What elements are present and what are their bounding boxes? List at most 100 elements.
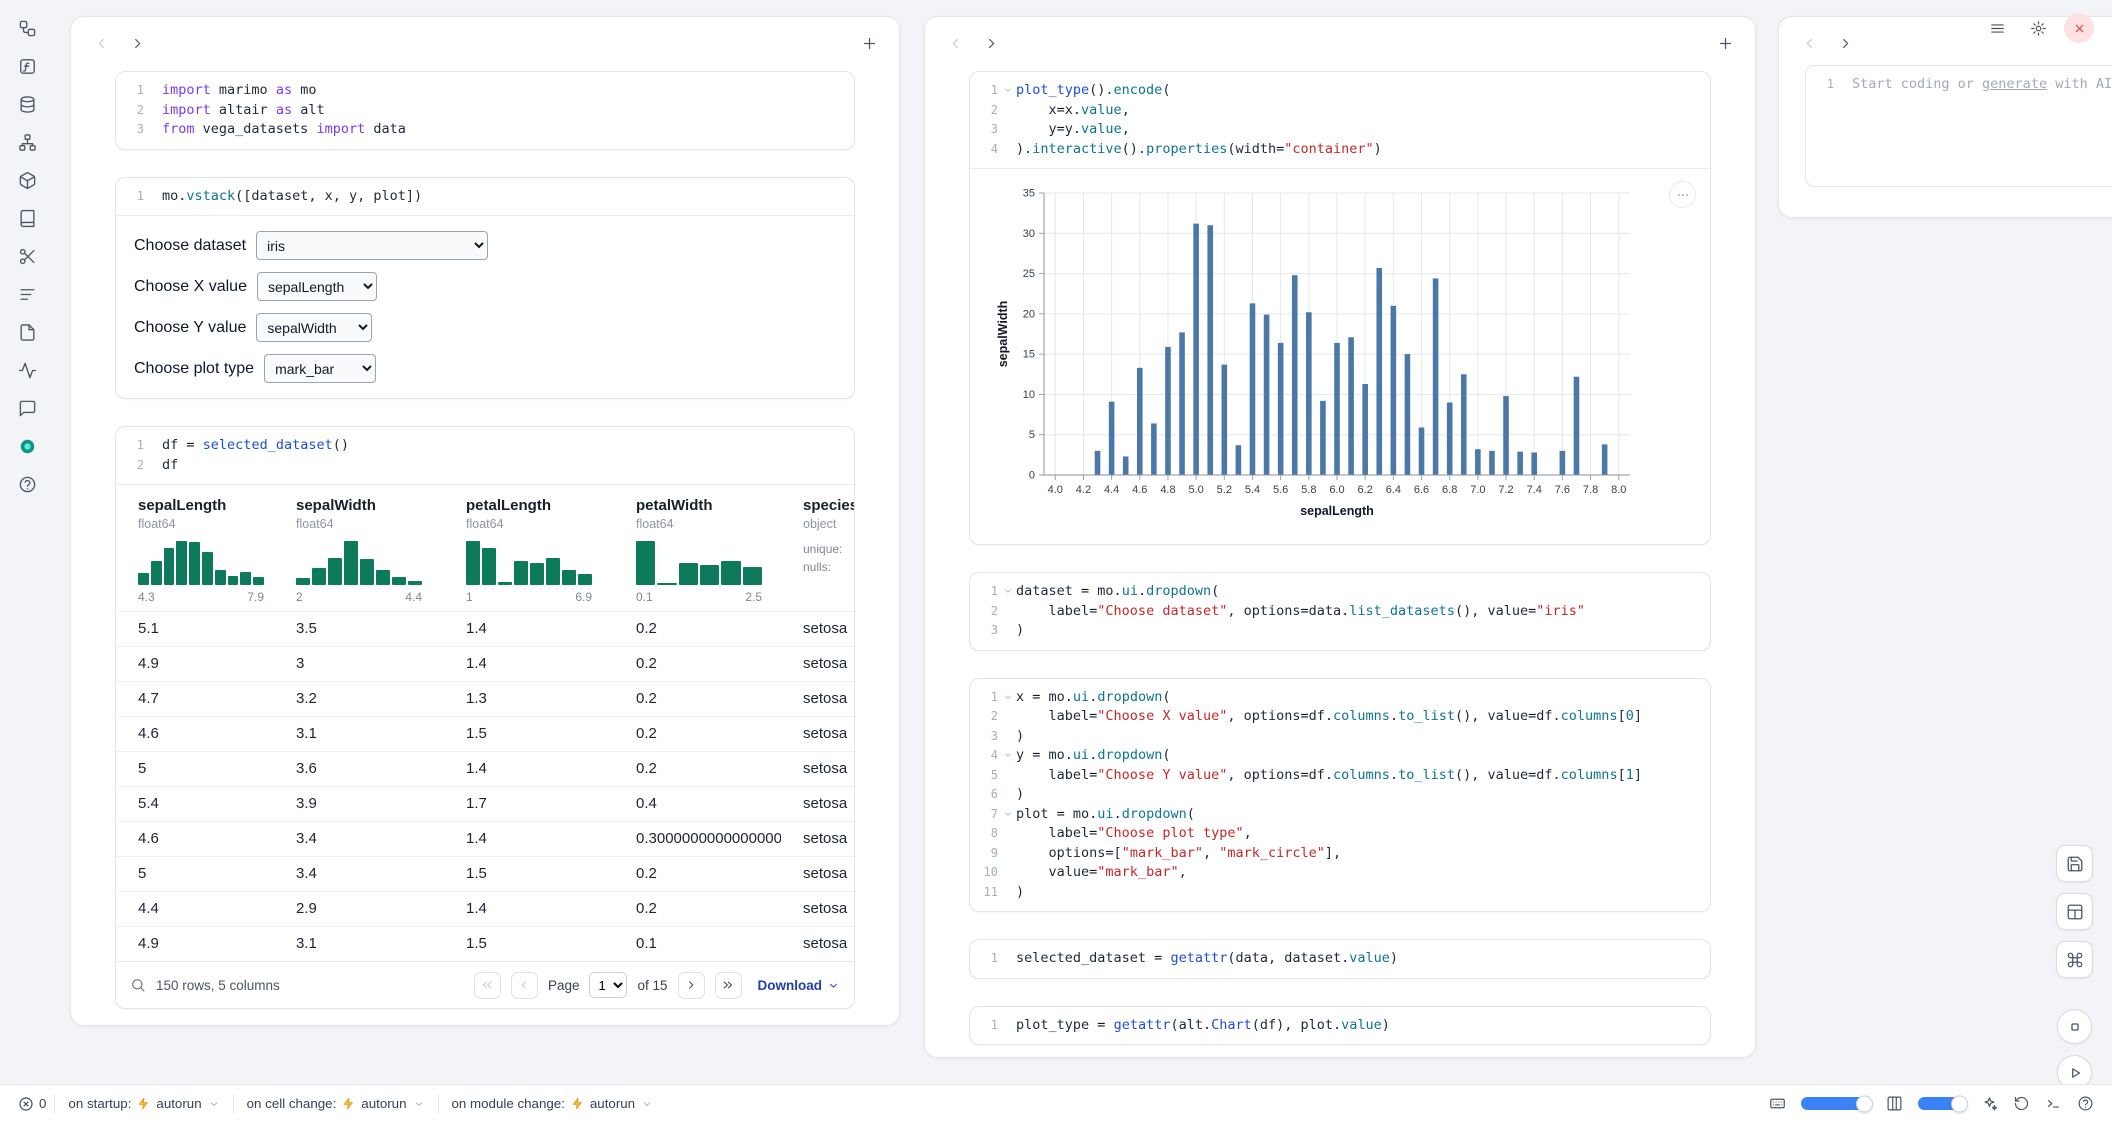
column-header-petalWidth[interactable]: petalWidthfloat64: [614, 485, 781, 531]
chevron-right-icon: [1837, 35, 1854, 52]
sidebar-item-file-explorer[interactable]: [11, 12, 43, 44]
svg-text:25: 25: [1023, 268, 1035, 280]
status-bar-right: [1769, 1095, 2102, 1112]
code-editor[interactable]: 1plot_type = getattr(alt.Chart(df), plot…: [970, 1007, 1710, 1045]
sidebar-item-marimo-logo[interactable]: [11, 430, 43, 462]
fold-chevron-icon[interactable]: [1003, 750, 1013, 760]
menu-button[interactable]: [1982, 13, 2012, 43]
fold-chevron-icon[interactable]: [1003, 586, 1013, 596]
table-search-button[interactable]: [130, 977, 146, 993]
table-cell: 1.5: [444, 927, 614, 961]
table-cell: 1.3: [444, 682, 614, 716]
chart-actions-button[interactable]: [1669, 181, 1696, 208]
x-value-select-row: Choose X valuesepalLength: [134, 272, 836, 301]
columns-button[interactable]: [1886, 1095, 1903, 1112]
terminal-button[interactable]: [2045, 1095, 2062, 1112]
sidebar-item-help[interactable]: [11, 468, 43, 500]
column-header-petalLength[interactable]: petalLengthfloat64: [444, 485, 614, 531]
prev-page-button[interactable]: [511, 972, 538, 999]
code-line: 3): [970, 621, 1710, 641]
layout-toggle[interactable]: [1918, 1097, 1966, 1110]
altair-bar-chart[interactable]: 4.04.24.44.64.85.05.25.45.65.86.06.26.46…: [994, 181, 1654, 533]
sidebar-item-tracing[interactable]: [11, 354, 43, 386]
new-cell-editor[interactable]: 1 Start coding or generate with AI: [1805, 65, 2112, 187]
interrupt-button[interactable]: [2057, 1009, 2092, 1044]
save-button[interactable]: [2056, 845, 2093, 882]
panel-prev-button[interactable]: [941, 29, 969, 57]
new-cell-panel: 1 Start coding or generate with AI: [1778, 16, 2112, 218]
column-header-sepalLength[interactable]: sepalLengthfloat64: [116, 485, 274, 531]
code-editor[interactable]: 1df = selected_dataset()2df: [116, 427, 854, 484]
panel-next-button[interactable]: [977, 29, 1005, 57]
terminal-icon: [2045, 1095, 2062, 1112]
y-value-select[interactable]: sepalWidth: [256, 313, 372, 342]
layout-button[interactable]: [2056, 893, 2093, 930]
sidebar-item-dependencies[interactable]: [11, 126, 43, 158]
code-line: 1df = selected_dataset(): [116, 436, 854, 456]
runtime-config-1[interactable]: on startup:autorun: [55, 1090, 232, 1118]
fold-chevron-icon[interactable]: [1003, 809, 1013, 819]
next-page-button[interactable]: [678, 972, 705, 999]
sidebar-item-snippets[interactable]: [11, 240, 43, 272]
code-text: label="Choose plot type",: [1016, 824, 1710, 844]
column-dtype: float64: [466, 517, 606, 531]
page-select[interactable]: 1: [589, 972, 627, 998]
table-cell: 0.2: [614, 612, 781, 646]
sparkles-button[interactable]: [1981, 1095, 1998, 1112]
svg-text:4.8: 4.8: [1160, 484, 1175, 496]
panel-prev-button[interactable]: [87, 29, 115, 57]
fold-chevron-icon[interactable]: [1003, 692, 1013, 702]
add-cell-button[interactable]: [1711, 29, 1739, 57]
panel-header: [71, 17, 899, 63]
keyboard-button[interactable]: [1769, 1095, 1786, 1112]
refresh-button[interactable]: [2013, 1095, 2030, 1112]
fold-chevron-icon[interactable]: [1003, 85, 1013, 95]
table-cell: setosa: [781, 682, 854, 716]
plot-type-select[interactable]: mark_bar: [264, 354, 376, 383]
column-histogram-sepalWidth: 24.4: [274, 531, 444, 611]
column-header-sepalWidth[interactable]: sepalWidthfloat64: [274, 485, 444, 531]
runtime-config-2[interactable]: on cell change:autorun: [234, 1090, 438, 1118]
chevrons-left-icon: [480, 978, 494, 992]
table-header-row: sepalLengthfloat64sepalWidthfloat64petal…: [116, 485, 854, 531]
shortcuts-button[interactable]: [2056, 941, 2093, 978]
panel-body: 1import marimo as mo2import altair as al…: [71, 63, 899, 1009]
generate-link[interactable]: generate: [1982, 76, 2047, 92]
marimo-logo-icon: [18, 437, 37, 456]
code-line: 5 label="Choose Y value", options=df.col…: [970, 766, 1710, 786]
chevron-right-icon: [684, 978, 698, 992]
last-page-button[interactable]: [715, 972, 742, 999]
settings-button[interactable]: [2023, 13, 2053, 43]
code-editor[interactable]: 1selected_dataset = getattr(data, datase…: [970, 940, 1710, 978]
error-indicator[interactable]: 0: [10, 1090, 54, 1118]
help-button[interactable]: [2077, 1095, 2094, 1112]
first-page-button[interactable]: [474, 972, 501, 999]
sidebar-item-packages[interactable]: [11, 164, 43, 196]
dataset-select[interactable]: iris: [256, 231, 488, 260]
runtime-config-3[interactable]: on module change:autorun: [439, 1090, 667, 1118]
close-button[interactable]: [2064, 13, 2094, 43]
panel-prev-button[interactable]: [1795, 29, 1823, 57]
sidebar-item-chat[interactable]: [11, 392, 43, 424]
sidebar-item-datasources[interactable]: [11, 88, 43, 120]
sidebar-item-variables[interactable]: [11, 50, 43, 82]
download-button[interactable]: Download: [758, 978, 841, 993]
column-header-species[interactable]: speciesobject: [781, 485, 854, 531]
code-editor[interactable]: 1mo.vstack([dataset, x, y, plot]): [116, 178, 854, 216]
code-editor[interactable]: 1dataset = mo.ui.dropdown(2 label="Choos…: [970, 573, 1710, 650]
panel-next-button[interactable]: [1831, 29, 1859, 57]
x-value-select[interactable]: sepalLength: [257, 272, 377, 301]
keyboard-icon: [1769, 1095, 1786, 1112]
sidebar-item-documentation[interactable]: [11, 202, 43, 234]
table-cell: 1.5: [444, 857, 614, 891]
sidebar-item-logs[interactable]: [11, 278, 43, 310]
code-line: 11): [970, 883, 1710, 903]
sidebar-item-scratchpad[interactable]: [11, 316, 43, 348]
add-cell-button[interactable]: [855, 29, 883, 57]
plot-cell: 1plot_type().encode(2 x=x.value,3 y=y.va…: [969, 71, 1711, 545]
width-toggle[interactable]: [1801, 1097, 1871, 1110]
panel-next-button[interactable]: [123, 29, 151, 57]
code-editor[interactable]: 1x = mo.ui.dropdown(2 label="Choose X va…: [970, 679, 1710, 912]
code-editor[interactable]: 1plot_type().encode(2 x=x.value,3 y=y.va…: [970, 72, 1710, 168]
code-editor[interactable]: 1import marimo as mo2import altair as al…: [116, 72, 854, 149]
